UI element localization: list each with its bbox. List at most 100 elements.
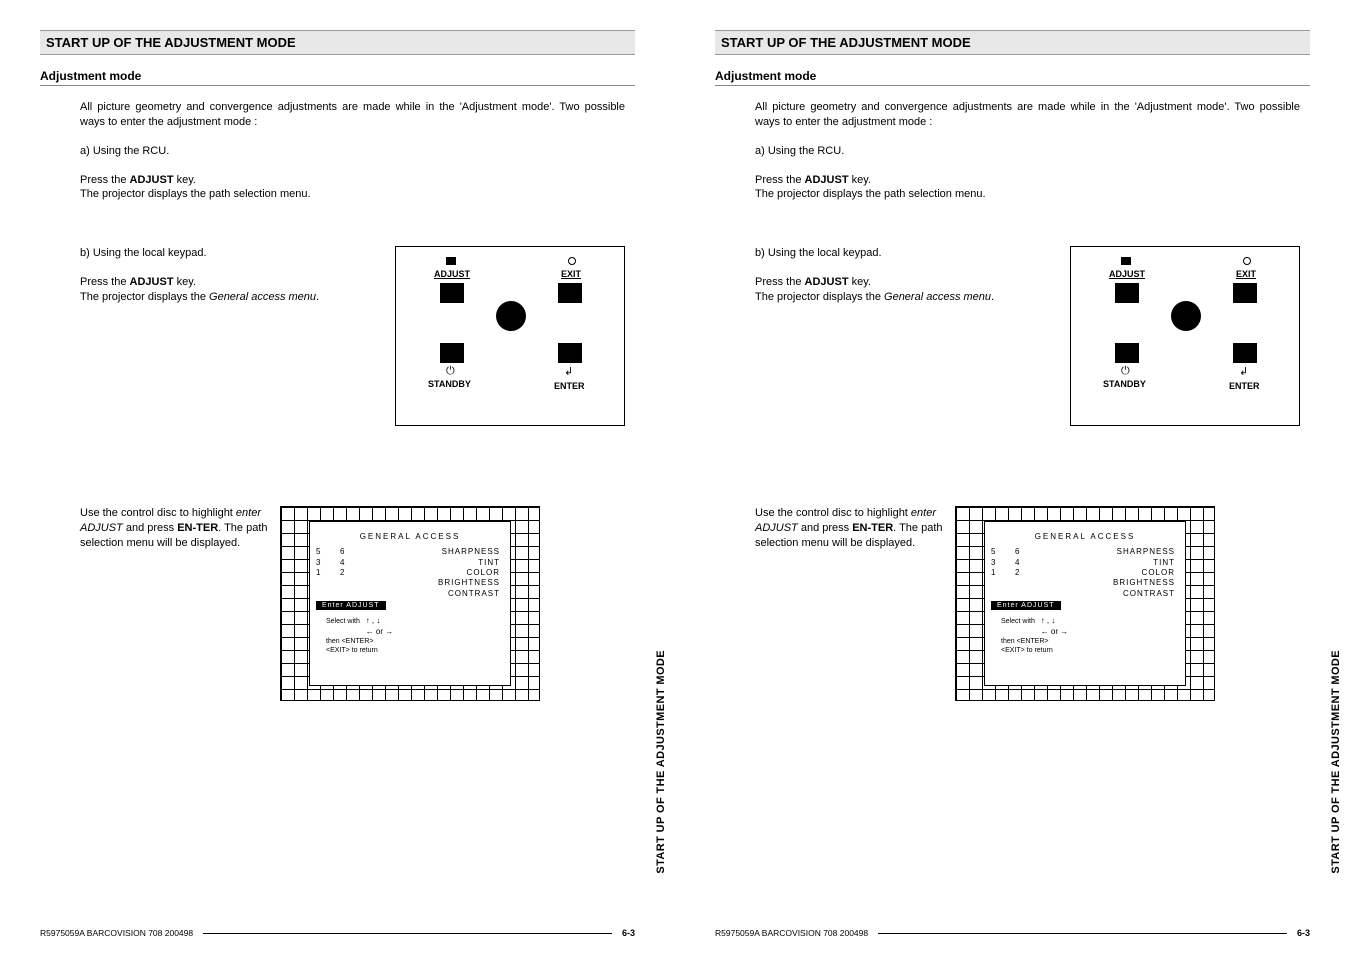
power-icon: ⏻ <box>446 365 455 378</box>
footer-rule <box>203 933 612 934</box>
option-b: b) Using the local keypad. <box>755 246 1058 261</box>
adjust-key-bold: ADJUST <box>805 174 849 186</box>
osd-title: GENERAL ACCESS <box>316 532 504 541</box>
press-prefix: Press the <box>755 174 805 186</box>
row-keypad: b) Using the local keypad. Press the ADJ… <box>80 246 625 426</box>
adjust-key-bold: ADJUST <box>130 174 174 186</box>
osd-select: Select with <box>326 618 360 625</box>
press-adjust-b: Press the ADJUST key. The projector disp… <box>80 275 383 305</box>
key-suffix: key. <box>174 174 196 186</box>
option-a: a) Using the RCU. <box>755 144 1300 159</box>
standby-label: STANDBY <box>428 379 471 389</box>
use-disc-2: and press <box>123 522 177 534</box>
use-disc-2: and press <box>798 522 852 534</box>
general-prefix: The projector displays the <box>755 291 884 303</box>
arrows-lr-icon: ← or → <box>1041 627 1069 636</box>
section-header: START UP OF THE ADJUSTMENT MODE <box>40 30 635 55</box>
arrows-ud-icon: ↑ , ↓ <box>1041 616 1056 625</box>
standby-button[interactable] <box>440 343 464 363</box>
osd-grid: GENERAL ACCESS 5 3 1 6 4 2 <box>280 506 540 701</box>
use-disc-text: Use the control disc to highlight enter … <box>755 506 955 565</box>
osd-num: 3 <box>316 558 340 568</box>
press-adjust-paragraph: Press the ADJUST key. The projector disp… <box>755 173 1300 203</box>
footer-page-number: 6-3 <box>1297 928 1310 938</box>
use-disc-1: Use the control disc to highlight <box>755 507 911 519</box>
footer-doc-id: R5975059A BARCOVISION 708 200498 <box>40 928 193 938</box>
osd-num: 6 <box>1015 547 1055 557</box>
adjust-label: ADJUST <box>1109 269 1145 279</box>
osd-item: SHARPNESS <box>380 547 500 557</box>
osd-num: 4 <box>1015 558 1055 568</box>
use-disc-paragraph: Use the control disc to highlight enter … <box>80 506 268 551</box>
osd-exit: <EXIT> to return <box>1001 647 1053 654</box>
path-menu-line: The projector displays the path selectio… <box>80 188 311 200</box>
adjust-button[interactable] <box>440 283 464 303</box>
adjust-indicator-icon <box>1121 257 1131 265</box>
osd-columns: 5 3 1 6 4 2 SHARPNESS TINT <box>316 547 504 599</box>
arrows-ud-icon: ↑ , ↓ <box>366 616 381 625</box>
osd-item: CONTRAST <box>1055 589 1175 599</box>
press-prefix: Press the <box>80 174 130 186</box>
osd-item: CONTRAST <box>380 589 500 599</box>
press-prefix-b: Press the <box>80 276 130 288</box>
osd-num: 5 <box>316 547 340 557</box>
path-menu-line: The projector displays the path selectio… <box>755 188 986 200</box>
adjust-key-bold-b: ADJUST <box>130 276 174 288</box>
osd-num: 6 <box>340 547 380 557</box>
osd-inner: GENERAL ACCESS 5 3 1 6 4 2 <box>309 521 511 686</box>
osd-num: 5 <box>991 547 1015 557</box>
keypad-diagram: ADJUST EXIT ⏻ ↲ STANDBY ENTER <box>395 246 625 426</box>
subsection-header: Adjustment mode <box>715 67 1310 86</box>
enter-label: ENTER <box>1229 381 1260 391</box>
osd-col-right: SHARPNESS TINT COLOR BRIGHTNESS CONTRAST <box>380 547 504 599</box>
keypad-diagram: ADJUST EXIT ⏻ ↲ STANDBY ENTER <box>1070 246 1300 426</box>
osd-columns: 5 3 1 6 4 2 SHARPNESS TINT <box>991 547 1179 599</box>
adjust-button[interactable] <box>1115 283 1139 303</box>
osd-item: SHARPNESS <box>1055 547 1175 557</box>
general-prefix: The projector displays the <box>80 291 209 303</box>
use-disc-text: Use the control disc to highlight enter … <box>80 506 280 565</box>
osd-item: BRIGHTNESS <box>1055 578 1175 588</box>
enter-button[interactable] <box>558 343 582 363</box>
standby-button[interactable] <box>1115 343 1139 363</box>
standby-label: STANDBY <box>1103 379 1146 389</box>
osd-item: COLOR <box>1055 568 1175 578</box>
subsection-header: Adjustment mode <box>40 67 635 86</box>
footer-rule <box>878 933 1287 934</box>
press-prefix-b: Press the <box>755 276 805 288</box>
page-footer: R5975059A BARCOVISION 708 200498 6-3 <box>40 928 635 938</box>
osd-inner: GENERAL ACCESS 5 3 1 6 4 2 <box>984 521 1186 686</box>
section-header: START UP OF THE ADJUSTMENT MODE <box>715 30 1310 55</box>
osd-num: 2 <box>340 568 380 578</box>
osd-footer: Select with ↑ , ↓ Select with ← or → the… <box>316 616 504 655</box>
intro-paragraph: All picture geometry and convergence adj… <box>755 100 1300 130</box>
control-disc[interactable] <box>496 301 526 331</box>
osd-item: BRIGHTNESS <box>380 578 500 588</box>
exit-indicator-icon <box>568 257 576 265</box>
footer-doc-id: R5975059A BARCOVISION 708 200498 <box>715 928 868 938</box>
osd-num: 2 <box>1015 568 1055 578</box>
side-vertical-title: START UP OF THE ADJUSTMENT MODE <box>1330 650 1342 874</box>
key-suffix: key. <box>849 174 871 186</box>
option-b-text: b) Using the local keypad. Press the ADJ… <box>755 246 1070 319</box>
osd-footer: Select with ↑ , ↓ Select with ← or → the… <box>991 616 1179 655</box>
enter-bold: EN-TER <box>177 522 218 534</box>
exit-button[interactable] <box>558 283 582 303</box>
osd-item: COLOR <box>380 568 500 578</box>
exit-button[interactable] <box>1233 283 1257 303</box>
arrows-lr-icon: ← or → <box>366 627 394 636</box>
body-block: All picture geometry and convergence adj… <box>40 100 635 701</box>
use-disc-1: Use the control disc to highlight <box>80 507 236 519</box>
enter-bold: EN-TER <box>852 522 893 534</box>
body-block: All picture geometry and convergence adj… <box>715 100 1310 701</box>
osd-num: 1 <box>316 568 340 578</box>
osd-then: then <ENTER> <box>326 638 373 645</box>
page-footer: R5975059A BARCOVISION 708 200498 6-3 <box>715 928 1310 938</box>
control-disc[interactable] <box>1171 301 1201 331</box>
osd-col-1: 5 3 1 <box>316 547 340 599</box>
osd-highlight: Enter ADJUST <box>991 601 1061 610</box>
period: . <box>316 291 319 303</box>
period: . <box>991 291 994 303</box>
osd-num: 1 <box>991 568 1015 578</box>
enter-button[interactable] <box>1233 343 1257 363</box>
